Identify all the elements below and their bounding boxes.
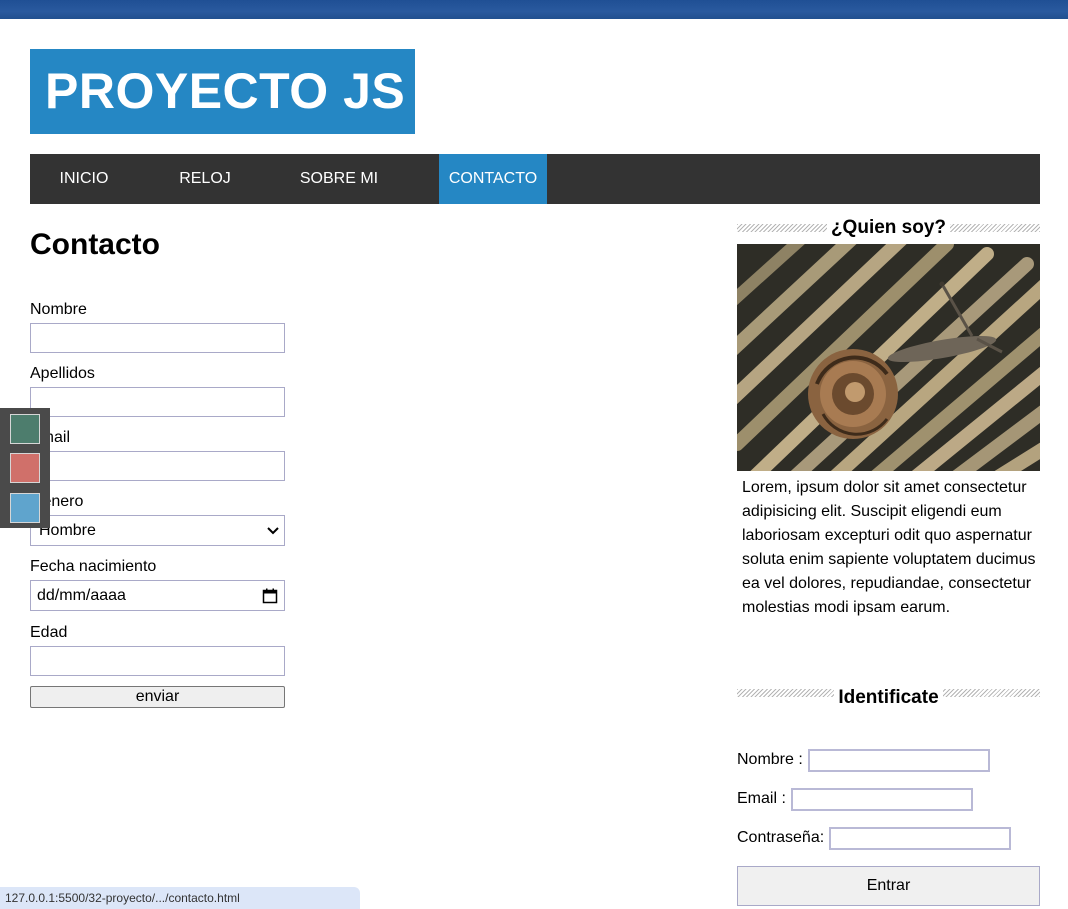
enviar-button[interactable]: enviar	[30, 686, 285, 708]
email-input[interactable]	[30, 451, 285, 481]
nav-item-contacto[interactable]: CONTACTO	[439, 154, 547, 204]
about-text: Lorem, ipsum dolor sit amet consectetur …	[742, 479, 1036, 616]
nombre-input[interactable]	[30, 323, 285, 353]
theme-switcher	[0, 408, 50, 528]
apellidos-input[interactable]	[30, 387, 285, 417]
page-title: Contacto	[30, 228, 160, 261]
fecha-input[interactable]: dd/mm/aaaa	[30, 580, 285, 611]
entrar-button[interactable]: Entrar	[737, 866, 1040, 906]
genero-select[interactable]: Hombre	[30, 515, 285, 546]
login-password-label: Contraseña:	[737, 829, 825, 846]
fecha-placeholder: dd/mm/aaaa	[37, 587, 126, 604]
calendar-icon[interactable]	[262, 588, 278, 604]
login-nombre-label: Nombre :	[737, 751, 803, 768]
fecha-label: Fecha nacimiento	[30, 558, 157, 575]
apellidos-label: Apellidos	[30, 365, 95, 382]
about-heading: ¿Quien soy?	[737, 217, 1040, 239]
browser-top-bar	[0, 0, 1068, 19]
chevron-down-icon	[267, 527, 279, 535]
login-heading-text: Identificate	[834, 687, 943, 708]
status-bar-url: 127.0.0.1:5500/32-proyecto/.../contacto.…	[0, 887, 360, 909]
nombre-label: Nombre	[30, 301, 87, 318]
theme-swatch-blue[interactable]	[10, 493, 40, 523]
login-heading: Identificate	[737, 687, 1040, 709]
edad-label: Edad	[30, 624, 68, 641]
login-email-label: Email :	[737, 790, 786, 807]
snail-photo	[737, 244, 1040, 471]
theme-swatch-green[interactable]	[10, 414, 40, 444]
login-password-input[interactable]	[829, 827, 1011, 850]
login-email-input[interactable]	[791, 788, 973, 811]
nav-item-reloj[interactable]: RELOJ	[138, 154, 272, 204]
main-nav: INICIO RELOJ SOBRE MI CONTACTO	[30, 154, 1040, 204]
theme-swatch-red[interactable]	[10, 453, 40, 483]
about-heading-text: ¿Quien soy?	[826, 217, 951, 238]
login-nombre-input[interactable]	[808, 749, 990, 772]
edad-input[interactable]	[30, 646, 285, 676]
site-logo[interactable]: PROYECTO JS	[30, 49, 415, 134]
nav-item-sobre-mi[interactable]: SOBRE MI	[272, 154, 406, 204]
nav-item-inicio[interactable]: INICIO	[30, 154, 138, 204]
